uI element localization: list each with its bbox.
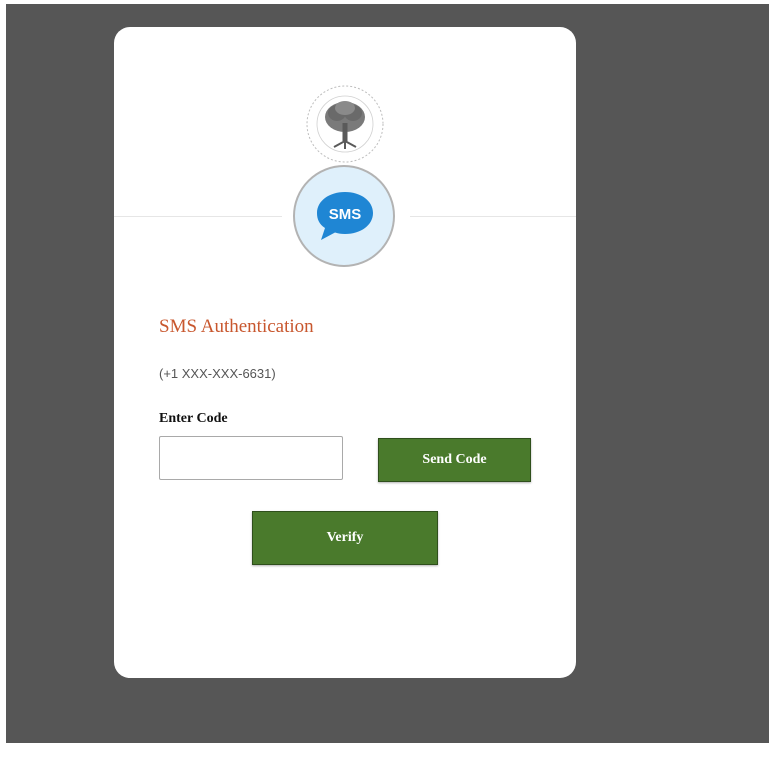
divider-left — [114, 216, 282, 217]
auth-card: SMS SMS Authentication (+1 XXX-XXX-6631)… — [114, 27, 576, 678]
clearinghouse-tree-seal-icon — [306, 85, 384, 163]
verify-button[interactable]: Verify — [252, 511, 438, 565]
masked-phone-number: (+1 XXX-XXX-6631) — [159, 366, 276, 381]
code-input[interactable] — [159, 436, 343, 480]
sms-badge: SMS — [293, 165, 395, 267]
sms-badge-text: SMS — [329, 206, 362, 223]
sms-chat-bubble-icon: SMS — [317, 192, 373, 240]
page-title: SMS Authentication — [159, 316, 314, 337]
divider-right — [410, 216, 576, 217]
send-code-button[interactable]: Send Code — [378, 438, 531, 482]
enter-code-label: Enter Code — [159, 411, 228, 426]
